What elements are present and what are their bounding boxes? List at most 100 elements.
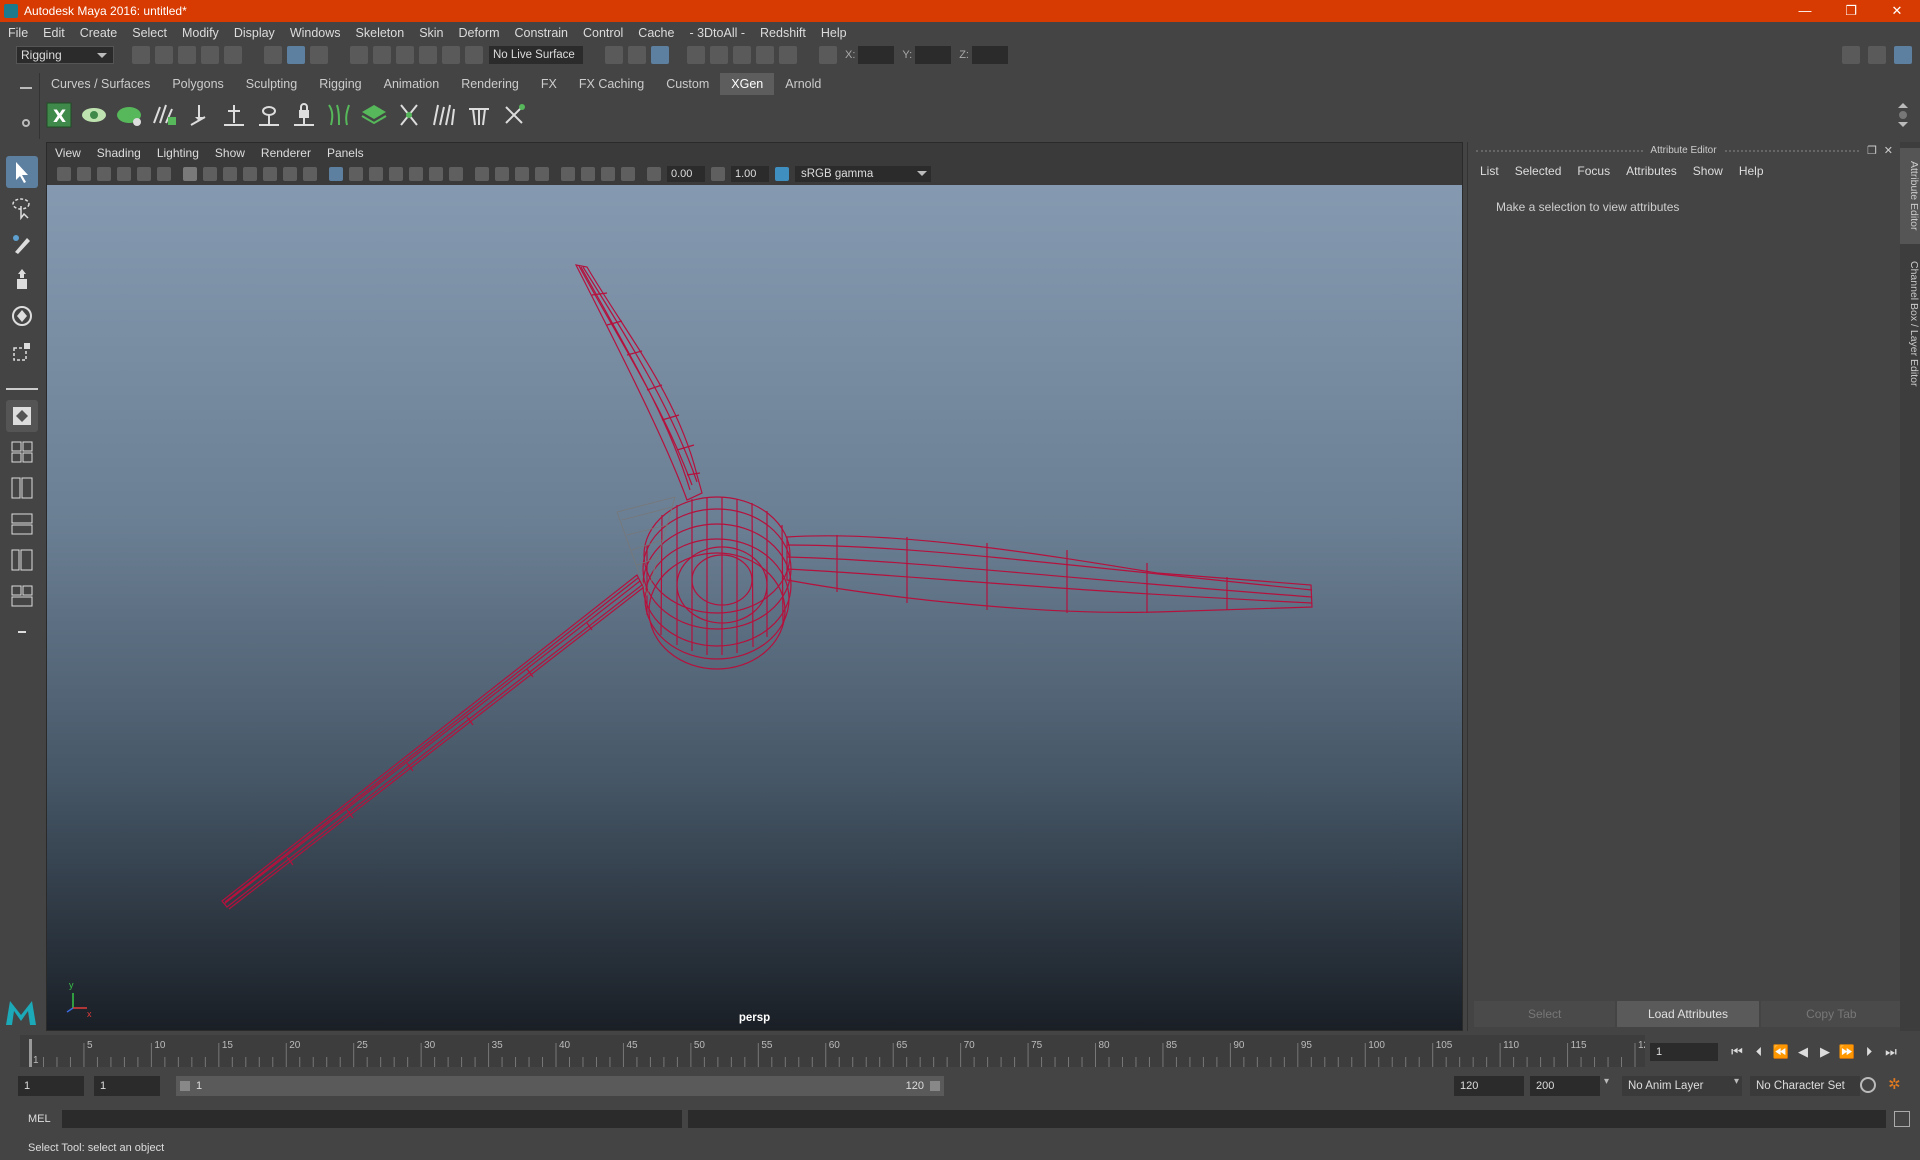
exposure-icon[interactable] bbox=[647, 167, 661, 181]
tab-rigging[interactable]: Rigging bbox=[308, 73, 372, 95]
menu-control[interactable]: Control bbox=[583, 26, 623, 40]
new-scene-icon[interactable] bbox=[132, 46, 150, 64]
layout-single-icon[interactable] bbox=[6, 400, 38, 432]
auto-key-icon[interactable] bbox=[1860, 1077, 1876, 1093]
snap-point-icon[interactable] bbox=[396, 46, 414, 64]
xgen-add-guide-icon[interactable] bbox=[184, 100, 214, 130]
layout-hypershade-icon[interactable] bbox=[6, 580, 38, 612]
time-slider[interactable]: 1 5 10 15 20 25 30 35 40 45 50 55 60 65 70 75 80 85 90 95 10… bbox=[20, 1035, 1645, 1067]
tab-custom[interactable]: Custom bbox=[655, 73, 720, 95]
animation-preferences-icon[interactable]: ✲ bbox=[1888, 1075, 1901, 1093]
tab-curves-surfaces[interactable]: Curves / Surfaces bbox=[40, 73, 161, 95]
attr-menu-show[interactable]: Show bbox=[1693, 164, 1723, 178]
xray-icon[interactable] bbox=[581, 167, 595, 181]
shelf-menu-icon[interactable] bbox=[20, 87, 32, 89]
character-set-select[interactable]: No Character Set bbox=[1750, 1076, 1860, 1096]
tab-sculpting[interactable]: Sculpting bbox=[235, 73, 308, 95]
y-field[interactable] bbox=[915, 46, 952, 64]
layout-outliner-icon[interactable] bbox=[6, 472, 38, 504]
panel-menu-lighting[interactable]: Lighting bbox=[157, 146, 199, 160]
range-options-icon[interactable]: ▾ bbox=[1604, 1076, 1609, 1087]
snap-live-icon[interactable] bbox=[465, 46, 483, 64]
input-output-icon[interactable] bbox=[605, 46, 623, 64]
ipr-render-icon[interactable] bbox=[733, 46, 751, 64]
attr-menu-selected[interactable]: Selected bbox=[1515, 164, 1562, 178]
anim-layer-select[interactable]: No Anim Layer bbox=[1622, 1076, 1742, 1096]
side-tab-channel-box[interactable]: Channel Box / Layer Editor bbox=[1900, 254, 1920, 394]
gate-mask-icon[interactable] bbox=[243, 167, 257, 181]
xgen-editor-icon[interactable]: X bbox=[44, 100, 74, 130]
3d-viewport[interactable]: y x persp bbox=[47, 185, 1462, 1030]
resolution-gate-icon[interactable] bbox=[223, 167, 237, 181]
film-gate-icon[interactable] bbox=[203, 167, 217, 181]
close-panel-icon[interactable]: ✕ bbox=[1884, 142, 1893, 160]
gamma-icon[interactable] bbox=[711, 167, 725, 181]
xgen-sculpt-icon[interactable] bbox=[254, 100, 284, 130]
current-frame-field[interactable]: 1 bbox=[1650, 1043, 1718, 1061]
select-object-icon[interactable] bbox=[287, 46, 305, 64]
undo-icon[interactable] bbox=[201, 46, 219, 64]
tab-arnold[interactable]: Arnold bbox=[774, 73, 832, 95]
tab-fx[interactable]: FX bbox=[530, 73, 568, 95]
menu-display[interactable]: Display bbox=[234, 26, 275, 40]
range-bar[interactable]: 1 120 bbox=[176, 1076, 944, 1096]
transform-constraint-icon[interactable] bbox=[819, 46, 837, 64]
anim-layer-dropdown-icon[interactable]: ▾ bbox=[1734, 1076, 1739, 1087]
rotate-tool-icon[interactable] bbox=[6, 300, 38, 332]
layout-four-icon[interactable] bbox=[6, 436, 38, 468]
lasso-tool-icon[interactable] bbox=[6, 192, 38, 224]
camera-select-icon[interactable] bbox=[57, 167, 71, 181]
current-time-indicator[interactable] bbox=[29, 1039, 32, 1067]
play-forward-icon[interactable]: ▶ bbox=[1814, 1044, 1836, 1060]
xgen-delete-icon[interactable] bbox=[499, 100, 529, 130]
screen-space-ao-icon[interactable] bbox=[475, 167, 489, 181]
channel-box-toggle-icon[interactable] bbox=[1894, 46, 1912, 64]
xgen-cut-icon[interactable] bbox=[394, 100, 424, 130]
select-tool-icon[interactable] bbox=[6, 156, 38, 188]
float-panel-icon[interactable]: ❐ bbox=[1867, 142, 1877, 160]
xray-joints-icon[interactable] bbox=[601, 167, 615, 181]
tab-fx-caching[interactable]: FX Caching bbox=[568, 73, 655, 95]
menu-deform[interactable]: Deform bbox=[459, 26, 500, 40]
textured-icon[interactable] bbox=[409, 167, 423, 181]
attr-menu-list[interactable]: List bbox=[1480, 164, 1499, 178]
range-end-handle[interactable] bbox=[930, 1081, 940, 1091]
go-to-start-icon[interactable]: ⏮ bbox=[1726, 1044, 1748, 1060]
hypershade-icon[interactable] bbox=[779, 46, 797, 64]
menu-3dtoall[interactable]: - 3DtoAll - bbox=[689, 26, 745, 40]
shelf-scroll[interactable] bbox=[1898, 98, 1908, 132]
xgen-density-icon[interactable] bbox=[324, 100, 354, 130]
save-scene-icon[interactable] bbox=[178, 46, 196, 64]
render-view-icon[interactable] bbox=[687, 46, 705, 64]
select-hierarchy-icon[interactable] bbox=[264, 46, 282, 64]
attr-menu-help[interactable]: Help bbox=[1739, 164, 1764, 178]
tab-animation[interactable]: Animation bbox=[373, 73, 451, 95]
smooth-shade-icon[interactable] bbox=[349, 167, 363, 181]
range-start-handle[interactable] bbox=[180, 1081, 190, 1091]
redo-icon[interactable] bbox=[224, 46, 242, 64]
step-back-frame-icon[interactable]: ⏴ bbox=[1748, 1044, 1770, 1060]
layout-graph-icon[interactable] bbox=[6, 508, 38, 540]
step-back-key-icon[interactable]: ⏪ bbox=[1770, 1044, 1792, 1060]
playback-start-field[interactable]: 1 bbox=[94, 1076, 160, 1096]
exposure-field[interactable]: 0.00 bbox=[667, 166, 705, 182]
menu-help[interactable]: Help bbox=[821, 26, 847, 40]
modeling-toolkit-icon[interactable] bbox=[1842, 46, 1860, 64]
playback-end-field[interactable]: 120 bbox=[1454, 1076, 1524, 1096]
snap-view-icon[interactable] bbox=[419, 46, 437, 64]
grease-pencil-icon[interactable] bbox=[157, 167, 171, 181]
xgen-create-icon[interactable] bbox=[114, 100, 144, 130]
menu-cache[interactable]: Cache bbox=[638, 26, 674, 40]
menu-windows[interactable]: Windows bbox=[290, 26, 341, 40]
anti-aliasing-icon[interactable] bbox=[515, 167, 529, 181]
view-transform-select[interactable]: sRGB gamma bbox=[795, 166, 931, 182]
render-icon[interactable] bbox=[651, 46, 669, 64]
gamma-field[interactable]: 1.00 bbox=[731, 166, 769, 182]
xgen-lock-icon[interactable] bbox=[289, 100, 319, 130]
camera-attributes-icon[interactable] bbox=[77, 167, 91, 181]
panel-menu-shading[interactable]: Shading bbox=[97, 146, 141, 160]
animation-end-field[interactable]: 200 bbox=[1530, 1076, 1600, 1096]
use-default-material-icon[interactable] bbox=[369, 167, 383, 181]
wireframe-on-shaded-icon[interactable] bbox=[389, 167, 403, 181]
menu-edit[interactable]: Edit bbox=[43, 26, 65, 40]
